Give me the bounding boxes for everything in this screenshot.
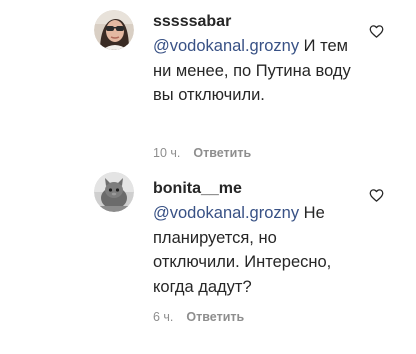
reply-button[interactable]: Ответить — [193, 146, 251, 160]
comment-mention[interactable]: @vodokanal.grozny — [153, 204, 299, 222]
avatar[interactable] — [94, 172, 134, 212]
like-button[interactable] — [369, 188, 384, 203]
comment-time[interactable]: 10 ч. — [153, 146, 180, 160]
reply-button[interactable]: Ответить — [186, 310, 244, 324]
comment-meta: 10 ч. Ответить — [153, 146, 251, 160]
comment-text: @vodokanal.grozny Не планируется, но отк… — [153, 201, 363, 299]
heart-outline-icon — [369, 189, 384, 202]
comment-text: @vodokanal.grozny И тем ни менее, по Пут… — [153, 34, 363, 108]
comment-meta: 6 ч. Ответить — [153, 310, 244, 324]
heart-outline-icon — [369, 25, 384, 38]
comment-time[interactable]: 6 ч. — [153, 310, 173, 324]
comment-mention[interactable]: @vodokanal.grozny — [153, 37, 299, 55]
avatar[interactable] — [94, 10, 134, 50]
comment-username[interactable]: bonita__me — [153, 180, 242, 198]
comment-username[interactable]: sssssabar — [153, 13, 231, 31]
like-button[interactable] — [369, 24, 384, 39]
